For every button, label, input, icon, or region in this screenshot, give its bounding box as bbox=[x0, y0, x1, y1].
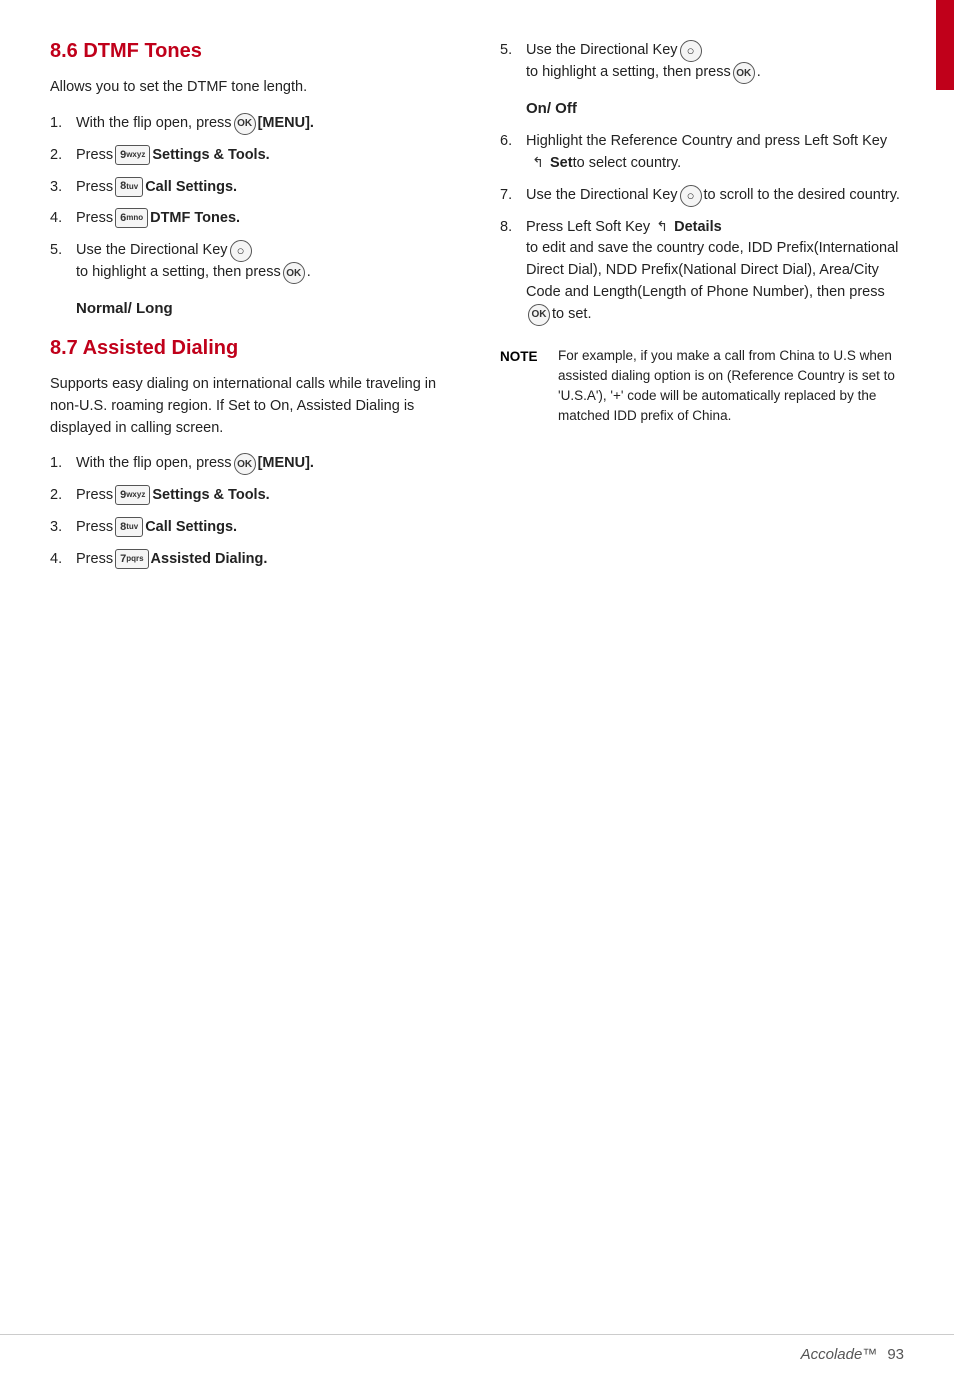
subheading-86: Normal/ Long bbox=[76, 300, 450, 317]
note-block: NOTE For example, if you make a call fro… bbox=[500, 346, 904, 427]
step-num: 2. bbox=[50, 145, 76, 167]
footer-brand: Accolade™ bbox=[801, 1346, 878, 1363]
step-content: Press 9wxyz Settings & Tools. bbox=[76, 145, 450, 167]
step-num: 4. bbox=[50, 549, 76, 571]
step-content: Press 8tuv Call Settings. bbox=[76, 177, 450, 199]
note-text: For example, if you make a call from Chi… bbox=[558, 346, 904, 427]
section-86-title: 8.6 DTMF Tones bbox=[50, 40, 450, 63]
step-content: Press 8tuv Call Settings. bbox=[76, 517, 450, 539]
step-86-3: 3. Press 8tuv Call Settings. bbox=[50, 177, 450, 199]
side-tab bbox=[936, 0, 954, 90]
note-label: NOTE bbox=[500, 347, 552, 367]
softkey-icon: ↰ bbox=[652, 217, 672, 237]
step-content: With the flip open, press OK [MENU]. bbox=[76, 453, 450, 475]
ok-icon: OK bbox=[733, 62, 755, 84]
step-right-6: 6. Highlight the Reference Country and p… bbox=[500, 131, 904, 175]
subheading-right: On/ Off bbox=[526, 100, 904, 117]
step-num: 4. bbox=[50, 208, 76, 230]
step-content: Use the Directional Key ○ to scroll to t… bbox=[526, 185, 904, 207]
step-right-8: 8. Press Left Soft Key ↰ Details to edit… bbox=[500, 217, 904, 326]
section-87-steps: 1. With the flip open, press OK [MENU]. … bbox=[50, 453, 450, 570]
step-87-4: 4. Press 7pqrs Assisted Dialing. bbox=[50, 549, 450, 571]
section-86-steps: 1. With the flip open, press OK [MENU]. … bbox=[50, 113, 450, 284]
step-num: 1. bbox=[50, 113, 76, 135]
key-7pqrs: 7pqrs bbox=[115, 549, 148, 569]
step-86-2: 2. Press 9wxyz Settings & Tools. bbox=[50, 145, 450, 167]
step-content: Use the Directional Key ○ to highlight a… bbox=[526, 40, 904, 84]
dir-key-icon: ○ bbox=[680, 40, 702, 62]
step-right-7: 7. Use the Directional Key ○ to scroll t… bbox=[500, 185, 904, 207]
step-right-5: 5. Use the Directional Key ○ to highligh… bbox=[500, 40, 904, 84]
ok-icon: OK bbox=[234, 453, 256, 475]
key-9wxyz: 9wxyz bbox=[115, 485, 150, 505]
step-num: 5. bbox=[50, 240, 76, 262]
step-num: 5. bbox=[500, 40, 526, 62]
step-num: 7. bbox=[500, 185, 526, 207]
section-87-intro: Supports easy dialing on international c… bbox=[50, 374, 450, 439]
left-column: 8.6 DTMF Tones Allows you to set the DTM… bbox=[50, 40, 480, 1334]
step-86-5: 5. Use the Directional Key ○ to highligh… bbox=[50, 240, 450, 284]
step-num: 6. bbox=[500, 131, 526, 153]
right-column: 5. Use the Directional Key ○ to highligh… bbox=[480, 40, 904, 1334]
step-num: 3. bbox=[50, 517, 76, 539]
step-content: Press 7pqrs Assisted Dialing. bbox=[76, 549, 450, 571]
step-content: Press 6mno DTMF Tones. bbox=[76, 208, 450, 230]
dir-key-icon: ○ bbox=[680, 185, 702, 207]
key-6mno: 6mno bbox=[115, 208, 148, 228]
section-86: 8.6 DTMF Tones Allows you to set the DTM… bbox=[50, 40, 450, 317]
key-9wxyz: 9wxyz bbox=[115, 145, 150, 165]
ok-icon: OK bbox=[528, 304, 550, 326]
footer: Accolade™ 93 bbox=[0, 1334, 954, 1374]
section-87: 8.7 Assisted Dialing Supports easy diali… bbox=[50, 337, 450, 571]
key-8tuv: 8tuv bbox=[115, 177, 143, 197]
step-num: 1. bbox=[50, 453, 76, 475]
step-content: With the flip open, press OK [MENU]. bbox=[76, 113, 450, 135]
step-content: Press 9wxyz Settings & Tools. bbox=[76, 485, 450, 507]
step-87-3: 3. Press 8tuv Call Settings. bbox=[50, 517, 450, 539]
section-86-intro: Allows you to set the DTMF tone length. bbox=[50, 77, 450, 99]
step-86-1: 1. With the flip open, press OK [MENU]. bbox=[50, 113, 450, 135]
key-8tuv: 8tuv bbox=[115, 517, 143, 537]
dir-key-icon: ○ bbox=[230, 240, 252, 262]
ok-icon: OK bbox=[234, 113, 256, 135]
softkey-icon: ↰ bbox=[528, 153, 548, 173]
step-num: 2. bbox=[50, 485, 76, 507]
section-87-title: 8.7 Assisted Dialing bbox=[50, 337, 450, 360]
step-content: Use the Directional Key ○ to highlight a… bbox=[76, 240, 450, 284]
step-num: 3. bbox=[50, 177, 76, 199]
right-steps-2: 6. Highlight the Reference Country and p… bbox=[500, 131, 904, 326]
step-num: 8. bbox=[500, 217, 526, 239]
ok-icon: OK bbox=[283, 262, 305, 284]
footer-page-number: 93 bbox=[887, 1346, 904, 1363]
step-content: Highlight the Reference Country and pres… bbox=[526, 131, 904, 175]
step-86-4: 4. Press 6mno DTMF Tones. bbox=[50, 208, 450, 230]
step-content: Press Left Soft Key ↰ Details to edit an… bbox=[526, 217, 904, 326]
step-87-2: 2. Press 9wxyz Settings & Tools. bbox=[50, 485, 450, 507]
right-steps: 5. Use the Directional Key ○ to highligh… bbox=[500, 40, 904, 84]
step-87-1: 1. With the flip open, press OK [MENU]. bbox=[50, 453, 450, 475]
page: 8.6 DTMF Tones Allows you to set the DTM… bbox=[0, 0, 954, 1374]
